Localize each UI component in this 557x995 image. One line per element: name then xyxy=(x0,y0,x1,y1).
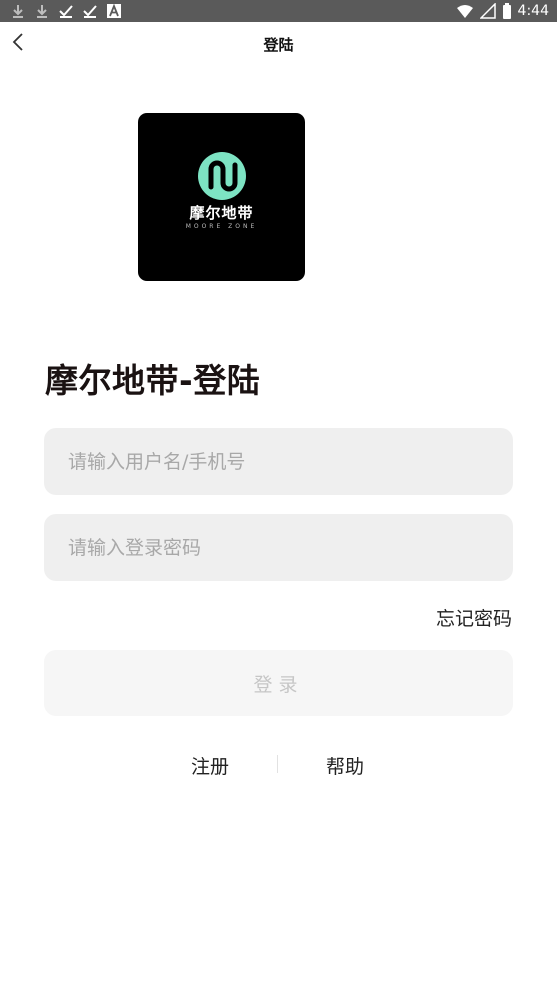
check-icon xyxy=(59,5,73,18)
forgot-password-link[interactable]: 忘记密码 xyxy=(436,604,512,631)
battery-icon xyxy=(502,3,511,19)
download-icon xyxy=(37,5,47,18)
logo-name-cn: 摩尔地带 xyxy=(189,204,254,222)
register-link[interactable]: 注册 xyxy=(191,752,229,779)
top-bar: 登陆 xyxy=(0,22,557,64)
status-bar: 4:44 xyxy=(0,0,557,22)
page-title: 登陆 xyxy=(263,36,294,54)
a-icon xyxy=(107,3,121,18)
login-heading: 摩尔地带-登陆 xyxy=(45,361,261,400)
signal-icon xyxy=(479,3,496,19)
check-icon xyxy=(83,5,97,18)
logo-mark-icon xyxy=(198,152,246,200)
username-input[interactable] xyxy=(44,428,513,495)
bottom-links: 注册 帮助 xyxy=(0,752,557,778)
login-button[interactable]: 登录 xyxy=(44,650,513,716)
app-logo: 摩尔地带 MOORE ZONE xyxy=(138,113,305,281)
divider xyxy=(277,755,278,773)
status-time: 4:44 xyxy=(517,3,549,19)
download-icon xyxy=(13,5,23,18)
help-link[interactable]: 帮助 xyxy=(326,752,364,779)
logo-name-en: MOORE ZONE xyxy=(185,223,258,230)
password-input[interactable] xyxy=(44,514,513,581)
wifi-icon xyxy=(456,5,473,18)
